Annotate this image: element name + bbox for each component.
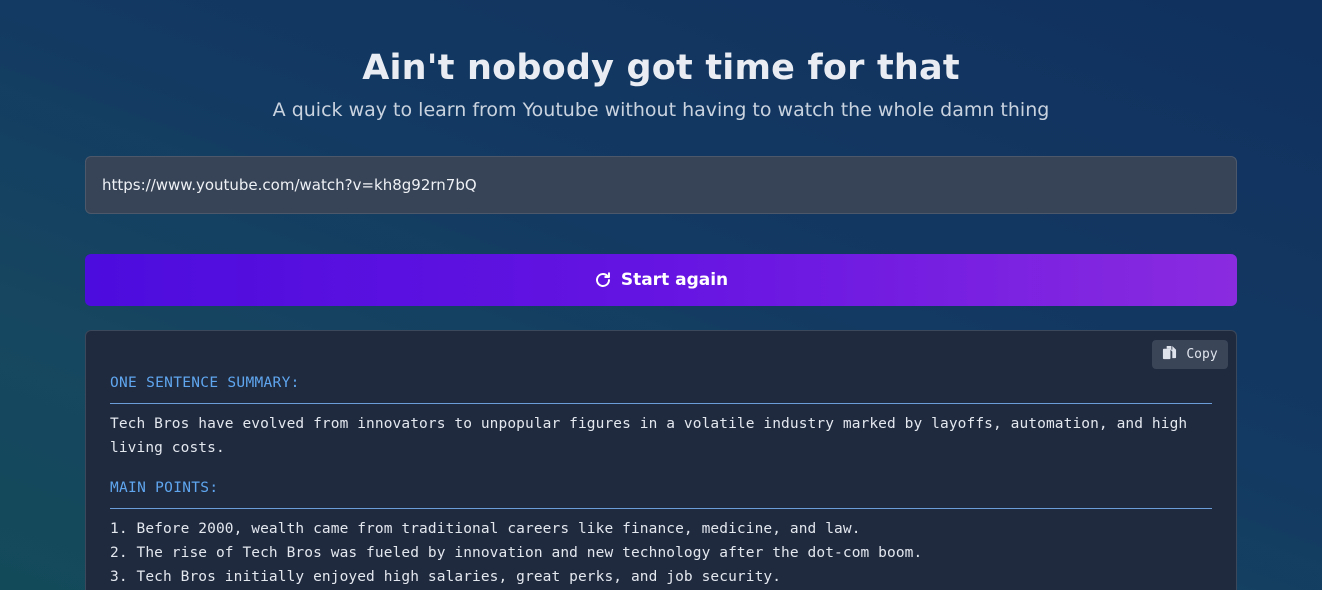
list-item: 2. The rise of Tech Bros was fueled by i… [110,545,923,561]
main-points-heading: MAIN POINTS: [110,480,219,496]
copy-label: Copy [1186,347,1218,362]
start-again-label: Start again [620,270,729,290]
refresh-icon [594,271,612,289]
page-title: Ain't nobody got time for that [362,48,960,88]
page-subtitle: A quick way to learn from Youtube withou… [272,99,1050,121]
list-item: 3. Tech Bros initially enjoyed high sala… [110,569,782,585]
main-points-list: 1. Before 2000, wealth came from traditi… [110,517,1214,589]
youtube-url-input[interactable] [85,156,1237,214]
summary-text: Tech Bros have evolved from innovators t… [110,416,1188,456]
summary-divider [110,403,1212,404]
summary-result-panel: Copy ONE SENTENCE SUMMARY: Tech Bros hav… [85,330,1237,590]
list-item: 1. Before 2000, wealth came from traditi… [110,521,861,537]
start-again-button[interactable]: Start again [85,254,1237,306]
copy-button[interactable]: Copy [1152,340,1228,369]
summary-heading: ONE SENTENCE SUMMARY: [110,375,300,391]
copy-icon [1162,345,1177,364]
main-points-divider [110,508,1212,509]
main-points-list-wrapper: 1. Before 2000, wealth came from traditi… [110,517,1214,589]
